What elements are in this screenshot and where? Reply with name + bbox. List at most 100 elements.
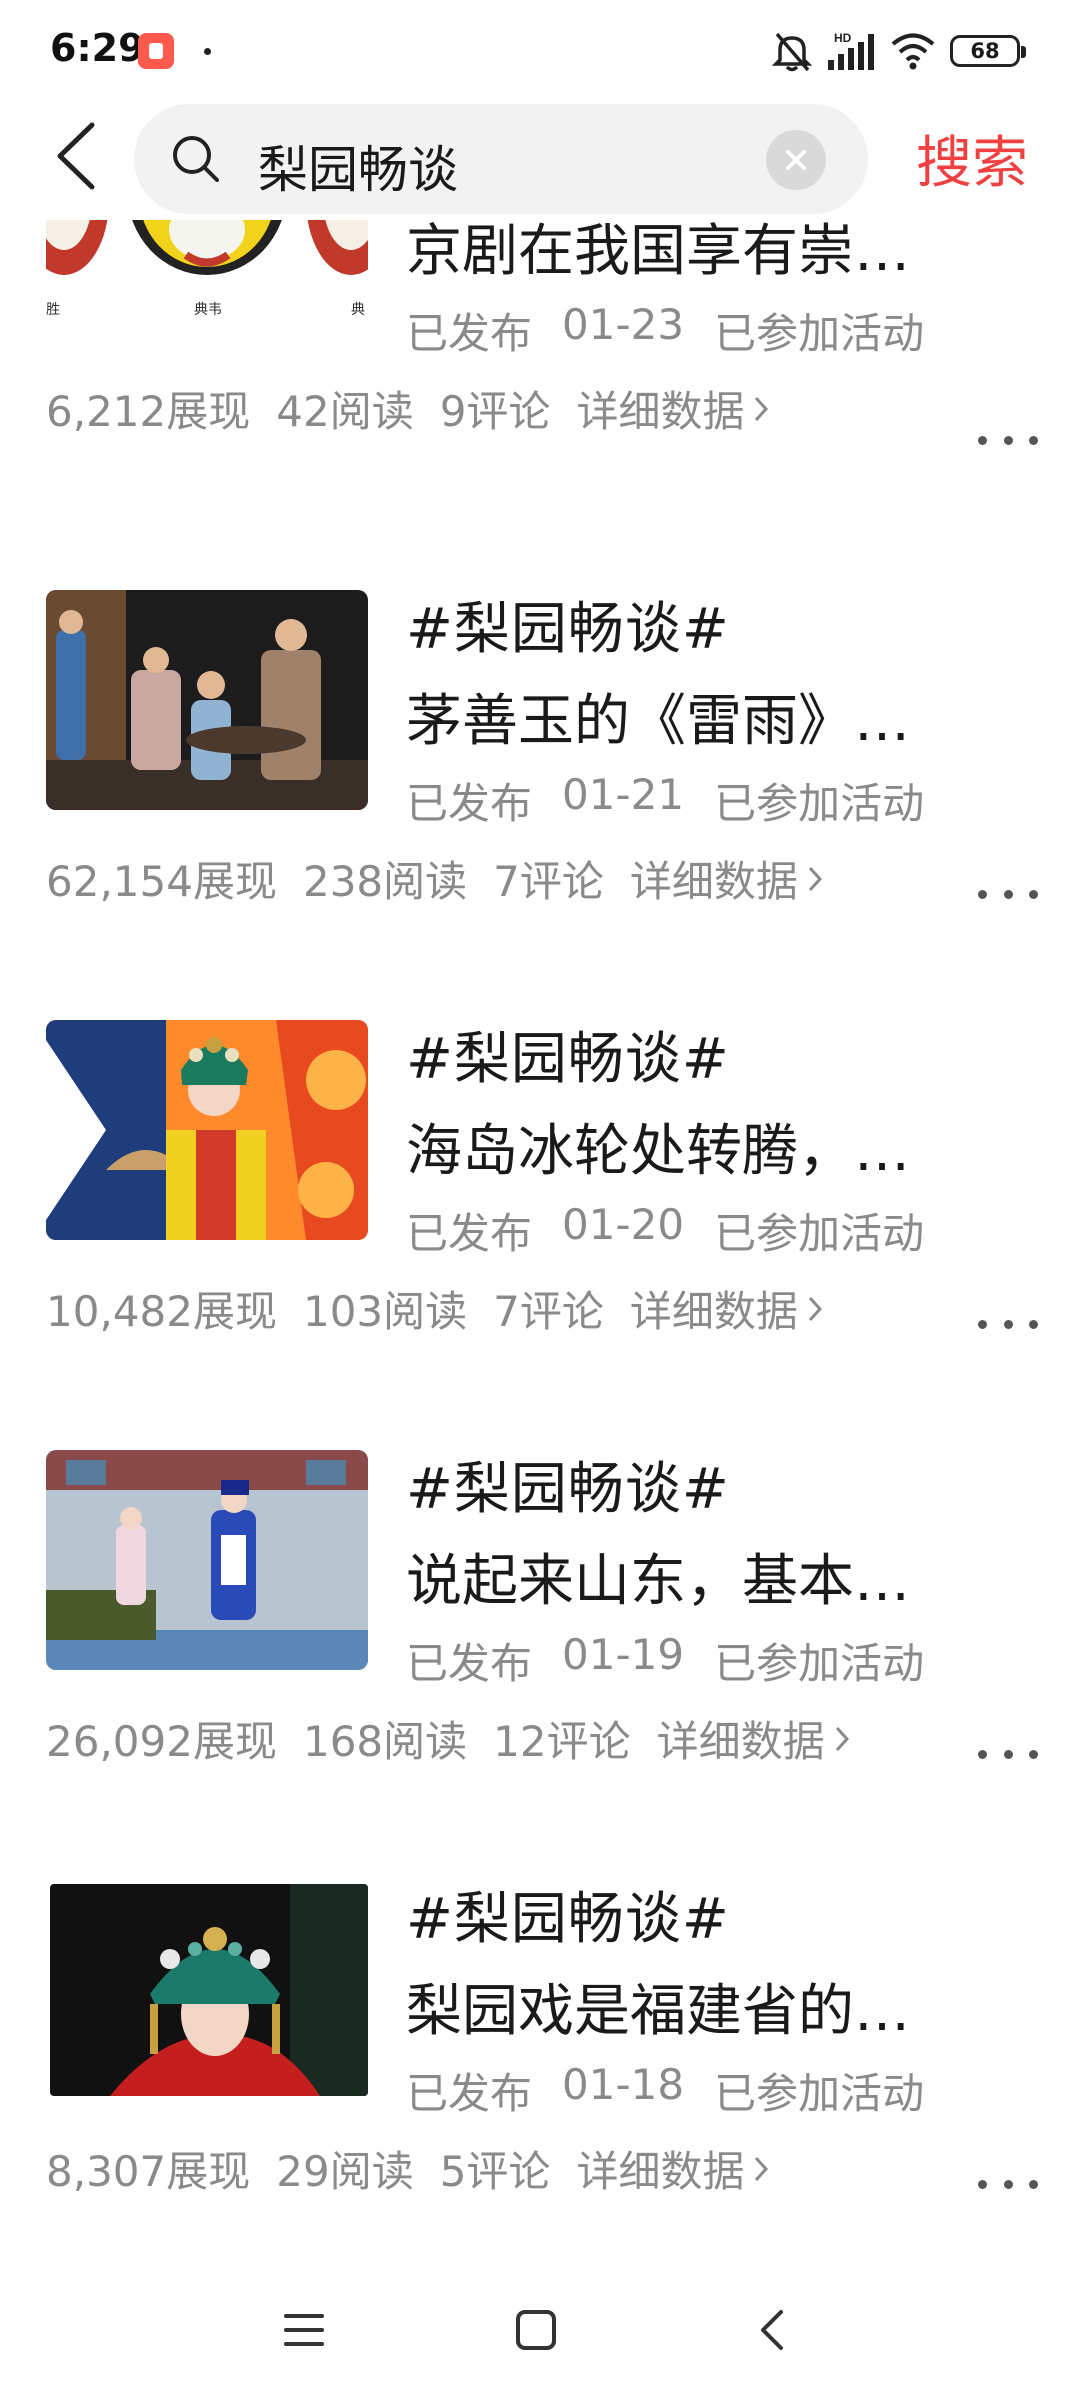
article-stats: 6,212展现 42阅读 9评论 详细数据 <box>46 378 770 439</box>
dot-icon <box>1029 1319 1038 1329</box>
article-title[interactable]: 茅善玉的《雷雨》… <box>406 676 986 757</box>
activity-status: 已参加活动 <box>714 779 925 828</box>
close-icon <box>786 150 806 170</box>
dot-icon <box>978 889 987 899</box>
detail-data-label: 详细数据 <box>576 387 745 436</box>
article-stats: 26,092展现 168阅读 12评论 详细数据 <box>46 1708 851 1769</box>
system-navigation-bar <box>0 2260 1080 2400</box>
article-item[interactable]: #梨园畅谈# 说起来山东，基本… 已发布 01-19 已参加活动 26,092展… <box>0 1420 1080 1850</box>
dot-icon <box>1003 1749 1013 1759</box>
dot-icon <box>1003 435 1013 445</box>
article-stats: 62,154展现 238阅读 7评论 详细数据 <box>46 848 824 909</box>
comments-count: 5评论 <box>439 2147 551 2196</box>
detail-data-label: 详细数据 <box>629 1287 798 1336</box>
home-square-icon <box>516 2310 556 2350</box>
article-meta: 已发布 01-18 已参加活动 <box>406 2060 924 2121</box>
article-meta: 已发布 01-23 已参加活动 <box>406 300 924 361</box>
reads-count: 103阅读 <box>302 1287 468 1336</box>
publish-status: 已发布 <box>406 779 533 828</box>
article-item[interactable]: #梨园畅谈# 茅善玉的《雷雨》… 已发布 01-21 已参加活动 62,154展… <box>0 560 1080 990</box>
article-title[interactable]: 海岛冰轮处转腾，… <box>406 1106 986 1187</box>
article-thumbnail[interactable] <box>46 590 368 810</box>
dot-icon <box>978 1319 987 1329</box>
comments-count: 9评论 <box>439 387 551 436</box>
reads-count: 168阅读 <box>302 1717 468 1766</box>
publish-status: 已发布 <box>406 2069 533 2118</box>
comments-count: 7评论 <box>493 1287 604 1336</box>
views-count: 6,212展现 <box>46 387 251 436</box>
search-button[interactable]: 搜索 <box>916 118 1028 199</box>
views-count: 26,092展现 <box>46 1717 277 1766</box>
menu-button[interactable] <box>274 2300 334 2360</box>
article-hashtag[interactable]: #梨园畅谈# <box>406 584 730 665</box>
publish-date: 01-21 <box>562 770 685 819</box>
search-header: 梨园畅谈 搜索 <box>0 96 1080 220</box>
article-thumbnail[interactable] <box>50 1884 368 2096</box>
publish-status: 已发布 <box>406 1639 533 1688</box>
mask-caption: 胜 <box>46 302 60 318</box>
dot-icon <box>1029 1749 1038 1759</box>
stage-performance-image <box>46 1450 368 1670</box>
mask-caption: 典 <box>351 302 365 318</box>
more-options-button[interactable] <box>978 1734 1038 1774</box>
nav-back-button[interactable] <box>742 2300 802 2360</box>
article-thumbnail[interactable] <box>46 1450 368 1670</box>
detail-data-label: 详细数据 <box>629 857 798 906</box>
views-count: 10,482展现 <box>46 1287 277 1336</box>
article-hashtag[interactable]: #梨园畅谈# <box>406 1874 730 1955</box>
activity-status: 已参加活动 <box>714 1639 925 1688</box>
chevron-right-icon <box>755 2156 769 2181</box>
stage-drama-image <box>46 590 368 810</box>
article-meta: 已发布 01-19 已参加活动 <box>406 1630 924 1691</box>
comments-count: 12评论 <box>493 1717 631 1766</box>
comments-count: 7评论 <box>493 857 604 906</box>
publish-date: 01-19 <box>562 1630 685 1679</box>
dot-icon <box>1029 2179 1038 2189</box>
article-stats: 10,482展现 103阅读 7评论 详细数据 <box>46 1278 824 1339</box>
article-hashtag[interactable]: #梨园畅谈# <box>406 1444 730 1525</box>
clear-search-button[interactable] <box>766 130 826 190</box>
reads-count: 42阅读 <box>276 387 414 436</box>
publish-date: 01-23 <box>562 300 685 349</box>
chevron-right-icon <box>835 1726 849 1751</box>
chevron-right-icon <box>755 396 769 421</box>
article-meta: 已发布 01-20 已参加活动 <box>406 1200 924 1261</box>
chevron-right-icon <box>808 1296 822 1321</box>
detail-data-link[interactable]: 详细数据 <box>657 1708 851 1769</box>
article-hashtag[interactable]: #梨园畅谈# <box>406 1014 730 1095</box>
search-bar[interactable]: 梨园畅谈 <box>134 104 868 214</box>
detail-data-link[interactable]: 详细数据 <box>576 378 770 439</box>
more-options-button[interactable] <box>978 874 1038 914</box>
article-title[interactable]: 说起来山东，基本… <box>406 1536 986 1617</box>
reads-count: 29阅读 <box>276 2147 414 2196</box>
views-count: 8,307展现 <box>46 2147 251 2196</box>
home-button[interactable] <box>506 2300 566 2360</box>
article-title[interactable]: 梨园戏是福建省的… <box>406 1966 986 2047</box>
detail-data-link[interactable]: 详细数据 <box>576 2138 770 2199</box>
activity-status: 已参加活动 <box>714 309 925 358</box>
publish-date: 01-18 <box>562 2060 685 2109</box>
reads-count: 238阅读 <box>302 857 468 906</box>
peking-opera-performer-image <box>46 1020 368 1240</box>
article-thumbnail[interactable] <box>46 1020 368 1240</box>
detail-data-label: 详细数据 <box>656 1717 825 1766</box>
back-button[interactable] <box>36 116 116 196</box>
opera-actress-portrait-image <box>50 1884 368 2096</box>
search-input[interactable]: 梨园畅谈 <box>258 130 458 202</box>
publish-status: 已发布 <box>406 1209 533 1258</box>
dot-icon <box>1003 1319 1013 1329</box>
detail-data-link[interactable]: 详细数据 <box>630 1278 824 1339</box>
dot-icon <box>978 435 987 445</box>
search-icon <box>173 136 219 182</box>
detail-data-link[interactable]: 详细数据 <box>630 848 824 909</box>
menu-icon <box>284 2314 324 2346</box>
more-options-button[interactable] <box>978 1304 1038 1344</box>
article-stats: 8,307展现 29阅读 5评论 详细数据 <box>46 2138 770 2199</box>
dot-icon <box>1029 889 1038 899</box>
more-options-button[interactable] <box>978 420 1038 460</box>
nav-back-icon <box>761 2310 783 2350</box>
article-item[interactable]: #梨园畅谈# 梨园戏是福建省的… 已发布 01-18 已参加活动 8,307展现… <box>0 1850 1080 2260</box>
article-feed[interactable]: 胜 典韦 典 京剧在我国享有崇… 已发布 01-23 已参加活动 6,212展现… <box>0 0 1080 2260</box>
article-item[interactable]: #梨园畅谈# 海岛冰轮处转腾，… 已发布 01-20 已参加活动 10,482展… <box>0 990 1080 1420</box>
more-options-button[interactable] <box>978 2164 1038 2204</box>
